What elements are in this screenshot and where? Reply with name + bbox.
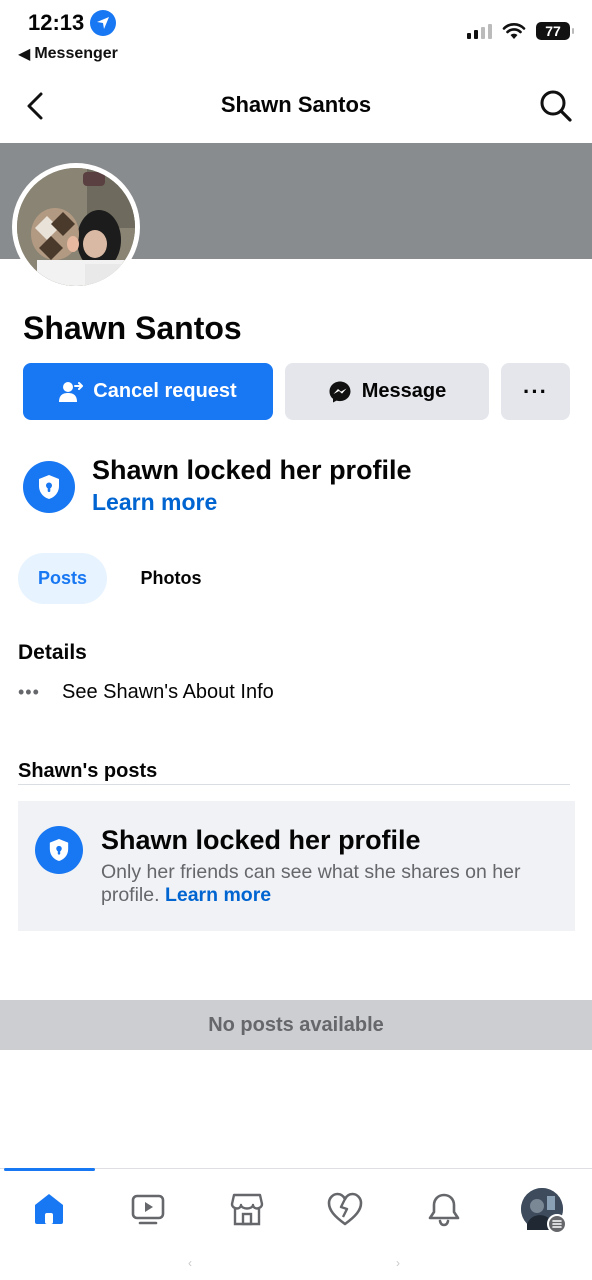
cancel-friend-request-icon — [59, 381, 84, 402]
active-tab-indicator — [4, 1168, 95, 1171]
video-icon — [131, 1194, 165, 1225]
marketplace-tab[interactable] — [225, 1187, 269, 1231]
locked-card-text: Only her friends can see what she shares… — [101, 861, 541, 907]
menu-profile-tab[interactable] — [520, 1187, 567, 1234]
search-button[interactable] — [536, 86, 576, 126]
locked-card-learn-more-link[interactable]: Learn more — [165, 884, 271, 906]
profile-picture[interactable] — [12, 163, 140, 291]
dating-icon — [327, 1192, 363, 1226]
tab-photos[interactable]: Photos — [121, 553, 221, 604]
search-icon — [540, 90, 572, 122]
battery-level: 77 — [545, 23, 561, 39]
marketplace-icon — [230, 1193, 264, 1226]
message-button[interactable]: Message — [285, 363, 489, 420]
right-chevron-hint-icon: › — [396, 1256, 400, 1270]
cancel-request-label: Cancel request — [93, 380, 237, 402]
status-time-text: 12:13 — [28, 10, 85, 35]
learn-more-link[interactable]: Learn more — [92, 489, 217, 516]
notifications-icon — [428, 1193, 460, 1227]
posts-heading: Shawn's posts — [18, 760, 158, 782]
locked-shield-icon — [23, 461, 75, 513]
about-info-label: See Shawn's About Info — [62, 680, 274, 703]
details-heading: Details — [18, 641, 87, 664]
cellular-signal-icon — [467, 23, 492, 39]
status-time: 12:13 — [28, 10, 117, 36]
no-posts-banner: No posts available — [0, 1000, 592, 1050]
wifi-icon — [502, 23, 526, 39]
bottom-tab-bar — [0, 1168, 592, 1280]
left-chevron-hint-icon: ‹ — [188, 1256, 192, 1270]
dots-icon: ••• — [18, 681, 40, 702]
locked-profile-title: Shawn locked her profile — [92, 455, 412, 485]
locked-card-shield-icon — [35, 826, 83, 874]
messenger-icon — [329, 381, 351, 402]
profile-name: Shawn Santos — [23, 310, 242, 346]
back-app-label: Messenger — [34, 45, 118, 62]
location-arrow-icon — [90, 10, 117, 36]
profile-photo-image — [17, 168, 135, 286]
back-triangle-icon: ◀ — [18, 46, 31, 63]
page-title: Shawn Santos — [220, 92, 372, 117]
profile-avatar — [521, 1188, 567, 1234]
menu-lines-icon — [547, 1214, 567, 1234]
more-dots-icon: ··· — [523, 378, 548, 404]
dating-tab[interactable] — [323, 1187, 367, 1231]
video-tab[interactable] — [126, 1187, 170, 1231]
tab-posts[interactable]: Posts — [18, 553, 107, 604]
notifications-tab[interactable] — [422, 1187, 466, 1231]
divider — [18, 784, 570, 785]
more-options-button[interactable]: ··· — [501, 363, 570, 420]
cancel-request-button[interactable]: Cancel request — [23, 363, 273, 420]
battery-icon: 77 — [536, 22, 574, 40]
back-to-app-link[interactable]: ◀ Messenger — [18, 44, 118, 64]
locked-card-title: Shawn locked her profile — [101, 825, 421, 855]
message-label: Message — [361, 380, 447, 402]
home-tab[interactable] — [27, 1187, 71, 1231]
locked-card-description: Only her friends can see what she shares… — [101, 861, 521, 906]
home-icon — [35, 1194, 63, 1224]
status-indicators: 77 — [467, 22, 574, 40]
see-about-info-link[interactable]: ••• See Shawn's About Info — [18, 678, 274, 706]
